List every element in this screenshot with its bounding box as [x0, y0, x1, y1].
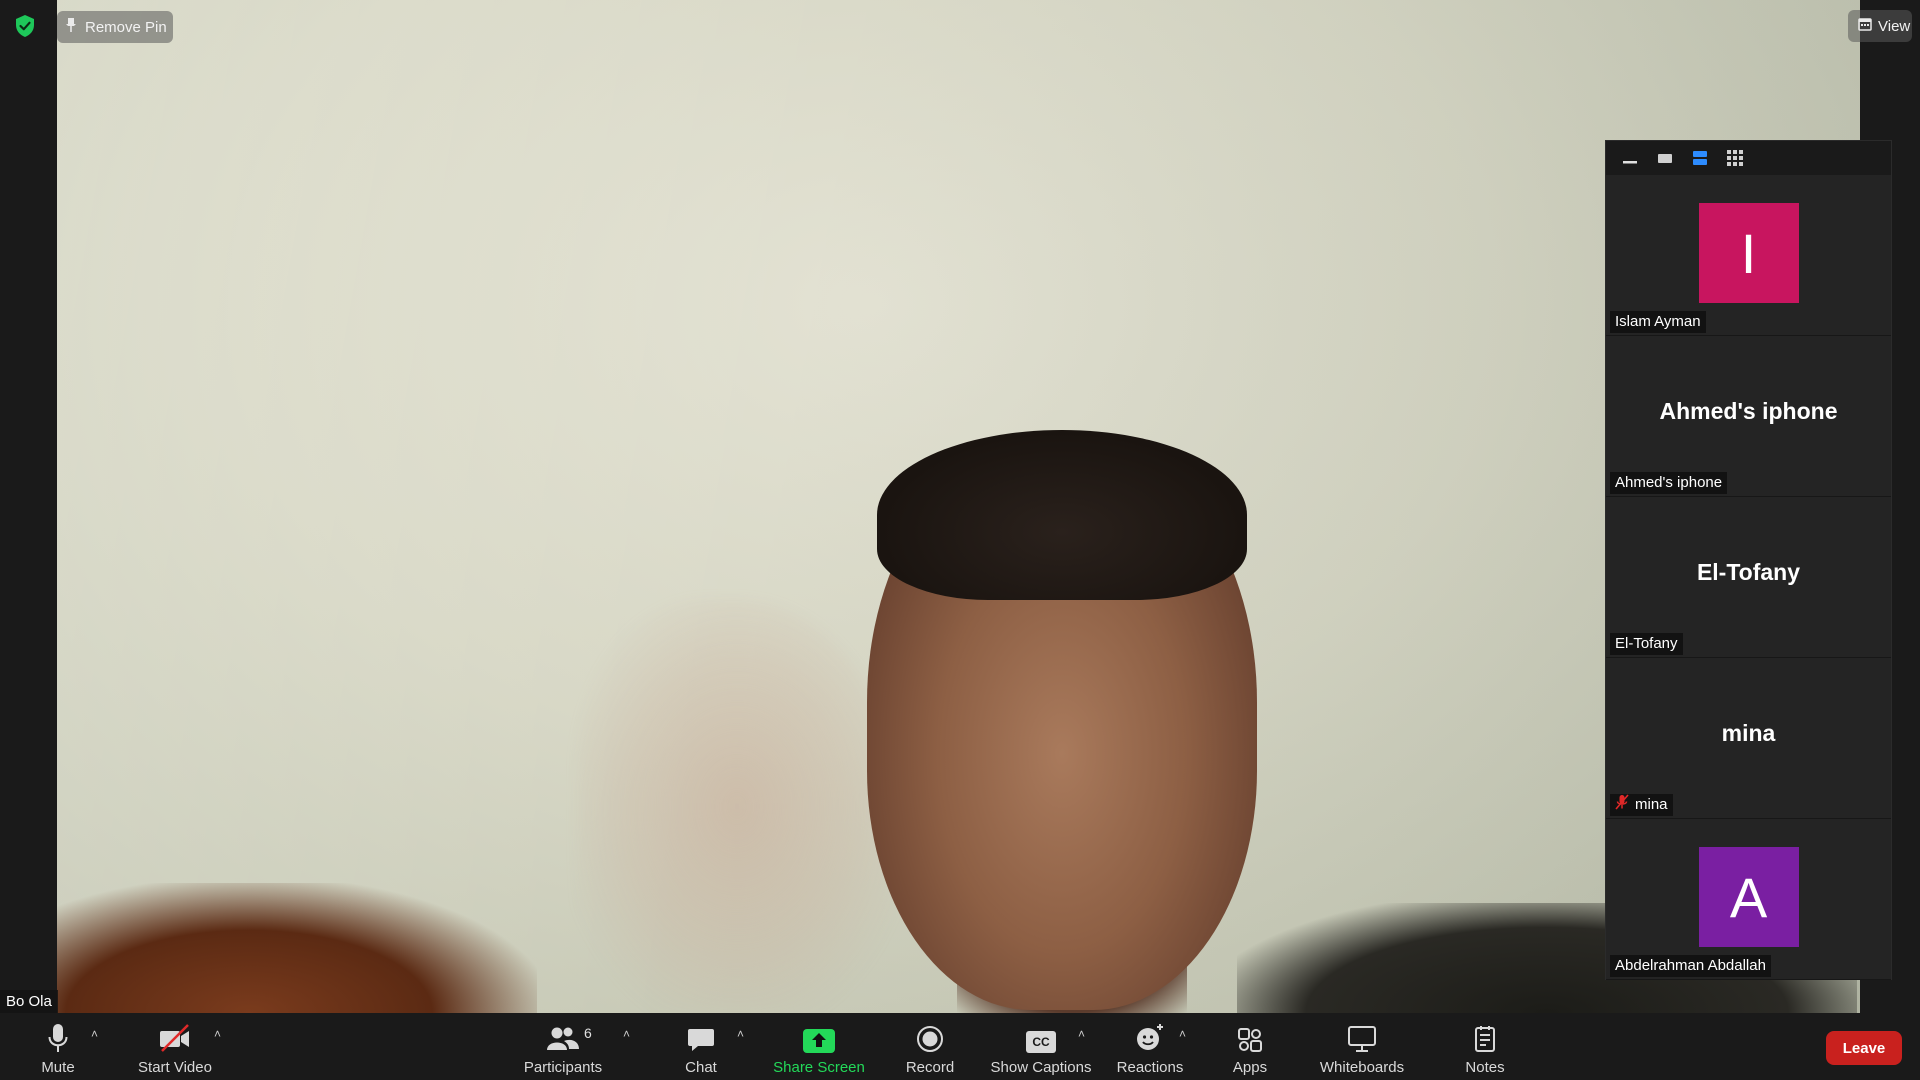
microphone-icon [48, 1017, 68, 1053]
video-blurred-hand [577, 600, 897, 1013]
notes-label: Notes [1465, 1059, 1505, 1076]
panel-toolbar [1606, 141, 1891, 175]
smiley-reaction-icon [1135, 1017, 1165, 1053]
view-button[interactable]: View [1848, 10, 1912, 42]
participant-display-name: Ahmed's iphone [1659, 398, 1838, 424]
security-shield-icon[interactable] [14, 14, 36, 38]
remove-pin-button[interactable]: Remove Pin [57, 11, 173, 43]
strip-view-icon[interactable] [1690, 149, 1710, 167]
notes-button[interactable]: Notes [1460, 1013, 1510, 1080]
apps-label: Apps [1232, 1059, 1268, 1076]
participant-name: Abdelrahman Abdallah [1615, 957, 1766, 974]
meeting-controls-toolbar: Mute ˄ Start Video ˄ Participants 6 ˄ Ch… [0, 1013, 1920, 1080]
participant-tile-abdelrahman[interactable]: A Abdelrahman Abdallah [1606, 819, 1891, 980]
closed-captions-icon: CC [1026, 1017, 1056, 1053]
chat-button[interactable]: Chat [676, 1013, 726, 1080]
record-icon [916, 1017, 944, 1053]
participants-icon [546, 1017, 580, 1053]
minimize-panel-icon[interactable] [1620, 149, 1640, 167]
pin-icon [65, 17, 77, 37]
participant-name-label: El-Tofany [1610, 633, 1683, 655]
mute-button[interactable]: Mute [30, 1013, 86, 1080]
participant-name: mina [1635, 796, 1668, 813]
participant-name-label: Ahmed's iphone [1610, 472, 1728, 494]
cc-icon-text: CC [1026, 1031, 1056, 1053]
participant-name: Ahmed's iphone [1615, 474, 1723, 491]
participant-display-name: mina [1721, 720, 1776, 746]
captions-options-chevron-icon[interactable]: ˄ [1078, 1027, 1085, 1041]
participant-display-name: El-Tofany [1696, 559, 1801, 585]
share-screen-icon [803, 1017, 835, 1053]
hide-thumbnails-icon[interactable] [1655, 149, 1675, 167]
whiteboard-icon [1347, 1017, 1377, 1053]
view-label: View [1878, 17, 1911, 35]
participant-name-label: Islam Ayman [1610, 311, 1706, 333]
participant-tile-mina[interactable]: mina mina [1606, 658, 1891, 819]
apps-button[interactable]: Apps [1230, 1013, 1270, 1080]
calendar-grid-icon [1858, 17, 1872, 35]
participants-label: Participants [523, 1059, 603, 1076]
participant-name: Islam Ayman [1615, 313, 1701, 330]
leave-button[interactable]: Leave [1826, 1031, 1902, 1065]
share-screen-button[interactable]: Share Screen [770, 1013, 868, 1080]
participant-name-label: mina [1610, 793, 1673, 817]
chat-options-chevron-icon[interactable]: ˄ [737, 1027, 744, 1041]
reactions-label: Reactions [1116, 1059, 1184, 1076]
video-off-icon [158, 1017, 192, 1053]
reactions-options-chevron-icon[interactable]: ˄ [1179, 1027, 1186, 1041]
participant-tile-ahmed[interactable]: Ahmed's iphone Ahmed's iphone [1606, 336, 1891, 497]
chat-label: Chat [685, 1059, 717, 1076]
video-foreground-hair [57, 883, 537, 1013]
participant-tile-islam[interactable]: I Islam Ayman [1606, 175, 1891, 336]
grid-view-icon[interactable] [1725, 149, 1745, 167]
record-label: Record [905, 1059, 955, 1076]
main-video[interactable] [57, 0, 1860, 1013]
main-participant-name: Bo Ola [0, 990, 58, 1014]
participant-name-label: Abdelrahman Abdallah [1610, 955, 1771, 977]
reactions-button[interactable]: Reactions [1114, 1013, 1186, 1080]
mute-label: Mute [41, 1059, 75, 1076]
record-button[interactable]: Record [902, 1013, 958, 1080]
show-captions-label: Show Captions [990, 1059, 1092, 1076]
participants-options-chevron-icon[interactable]: ˄ [623, 1027, 630, 1041]
participant-thumbnail-panel: I Islam Ayman Ahmed's iphone Ahmed's iph… [1605, 140, 1892, 980]
video-options-chevron-icon[interactable]: ˄ [214, 1027, 221, 1041]
notes-icon [1474, 1017, 1496, 1053]
participants-count: 6 [584, 1025, 592, 1041]
zoom-meeting-window: Remove Pin View Bo Ola I Islam Ayman Ahm… [0, 0, 1920, 1080]
participant-tile-eltofany[interactable]: El-Tofany El-Tofany [1606, 497, 1891, 658]
avatar: I [1698, 203, 1799, 303]
video-hair [877, 430, 1247, 600]
start-video-button[interactable]: Start Video [130, 1013, 220, 1080]
remove-pin-label: Remove Pin [85, 18, 167, 36]
avatar: A [1698, 847, 1799, 947]
start-video-label: Start Video [138, 1059, 212, 1076]
chat-bubble-icon [687, 1017, 715, 1053]
whiteboards-button[interactable]: Whiteboards [1312, 1013, 1412, 1080]
show-captions-button[interactable]: CC Show Captions [988, 1013, 1094, 1080]
apps-icon [1237, 1017, 1263, 1053]
muted-mic-icon [1615, 793, 1629, 817]
share-screen-label: Share Screen [773, 1059, 865, 1076]
participants-button[interactable]: Participants [520, 1013, 606, 1080]
mute-options-chevron-icon[interactable]: ˄ [91, 1027, 98, 1041]
participant-name: El-Tofany [1615, 635, 1678, 652]
whiteboards-label: Whiteboards [1319, 1059, 1405, 1076]
